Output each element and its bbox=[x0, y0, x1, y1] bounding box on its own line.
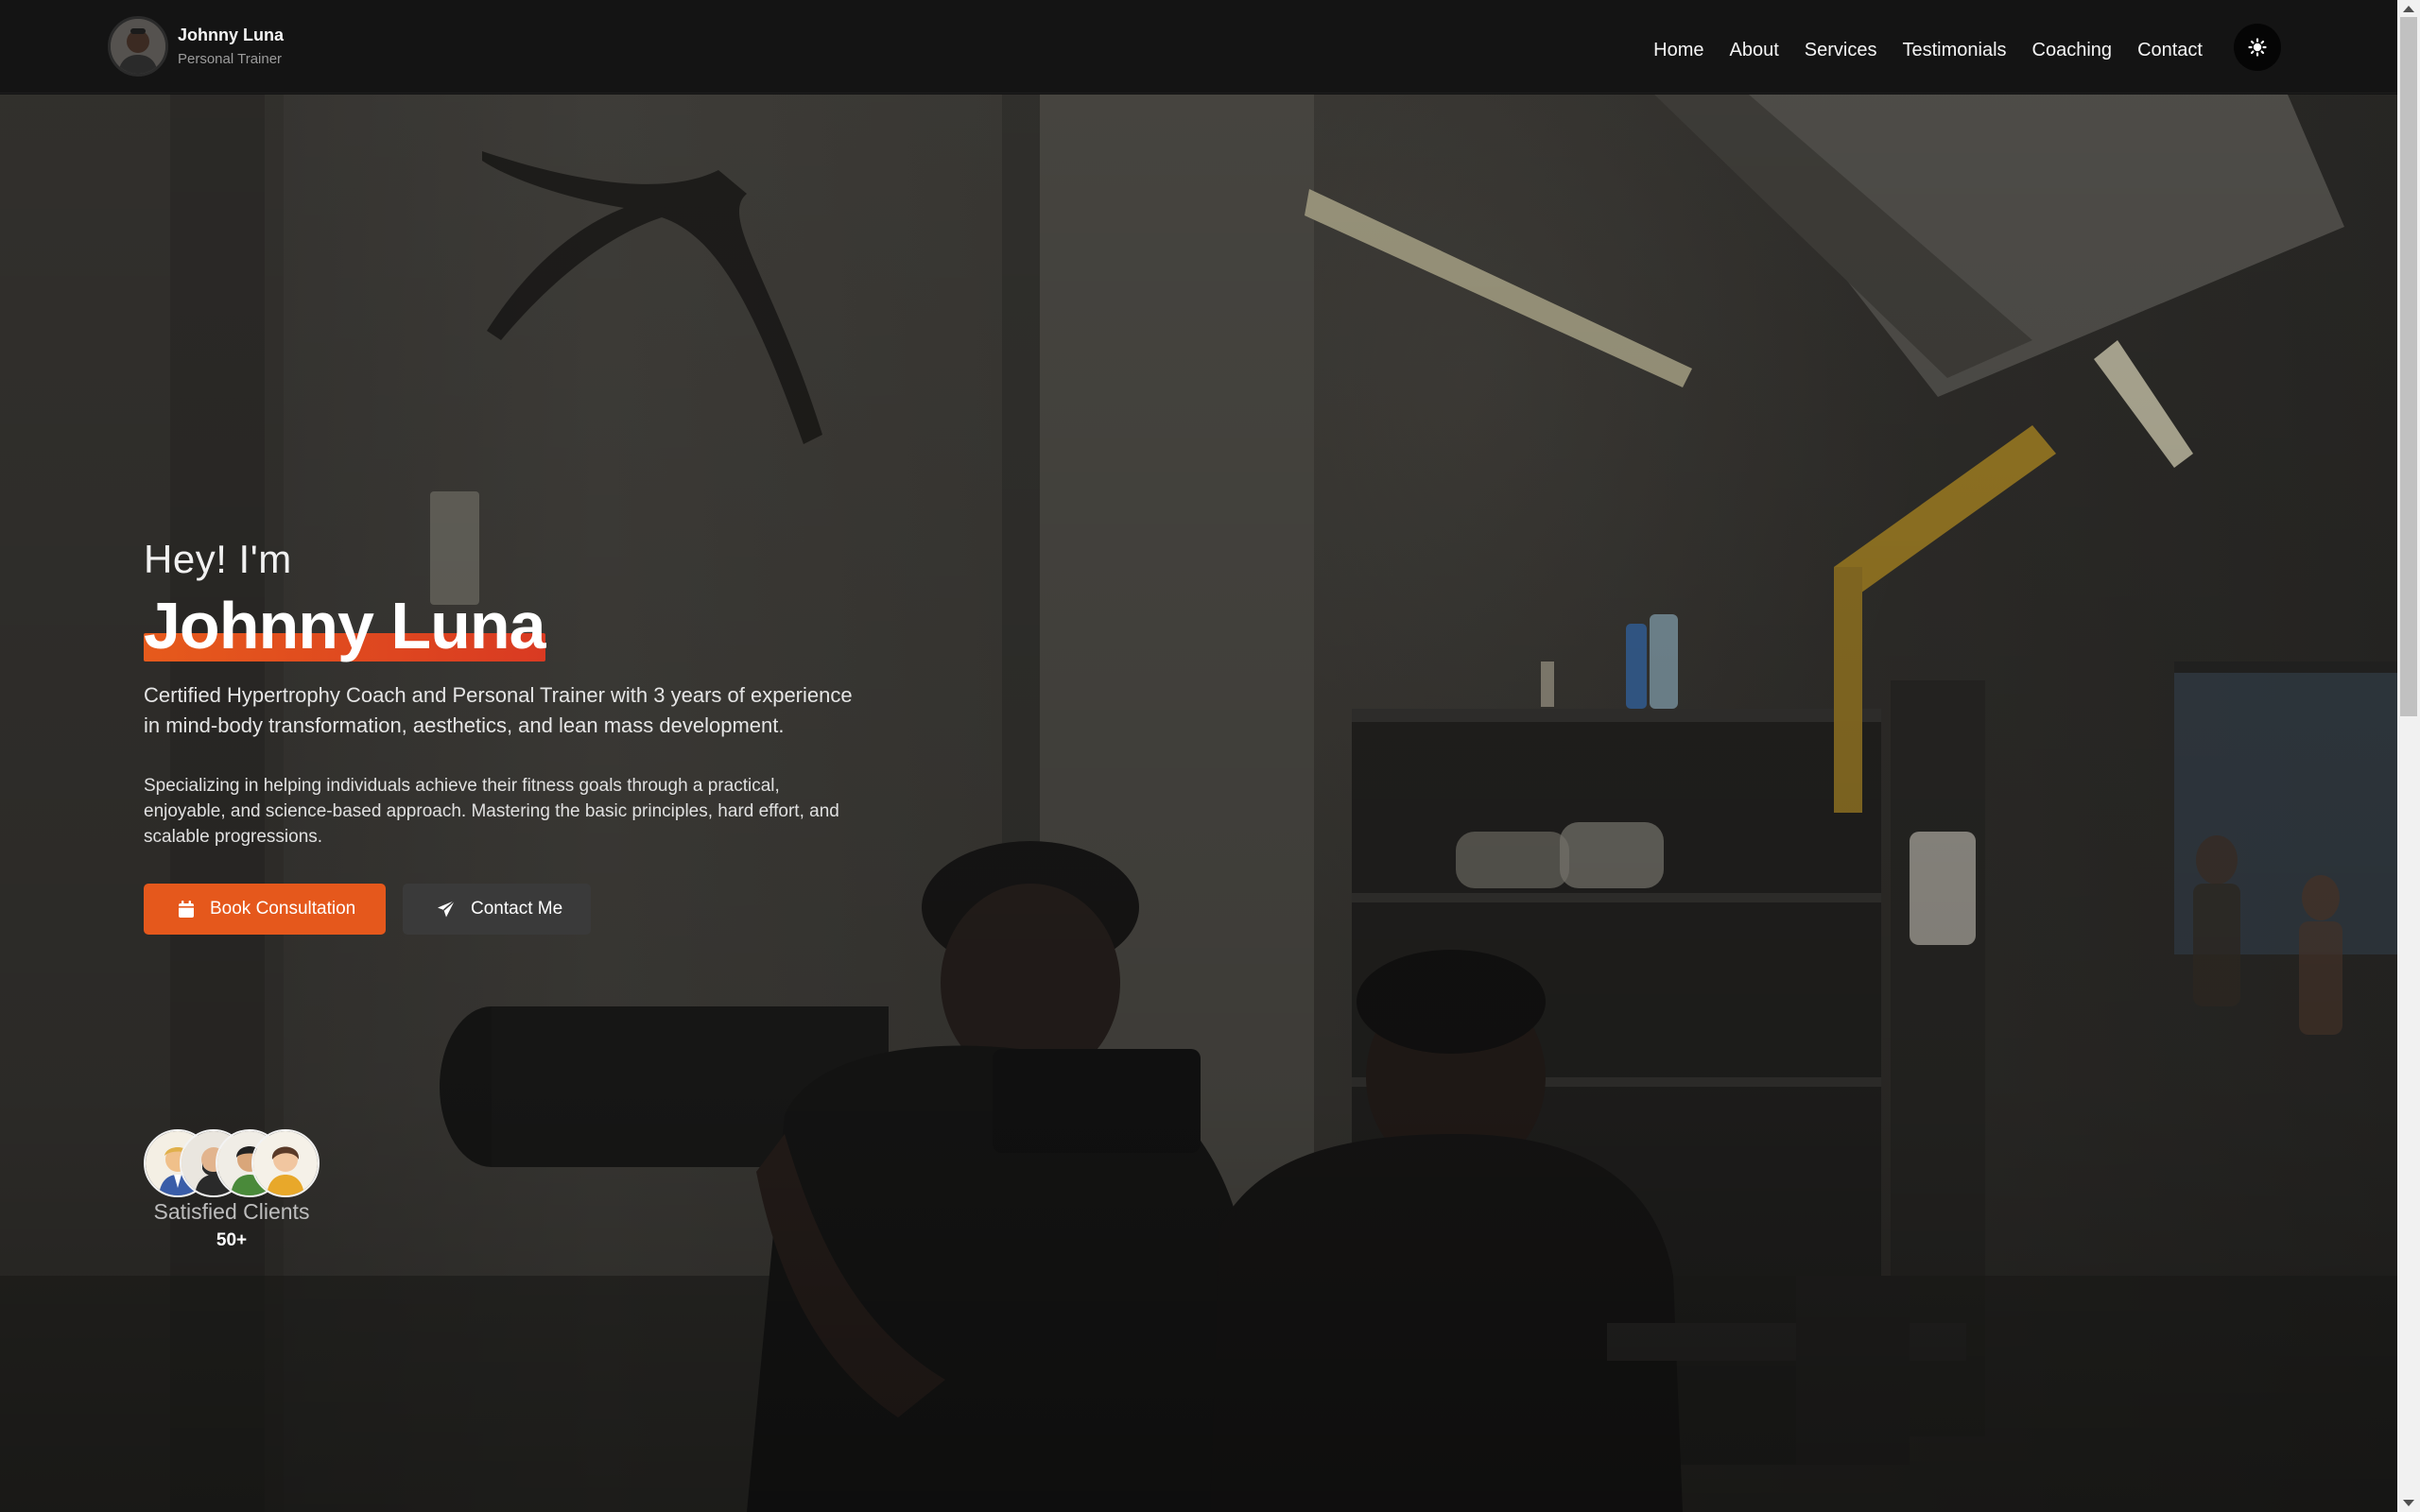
client-avatar bbox=[251, 1129, 320, 1197]
hero-name-text: Johnny Luna bbox=[144, 589, 546, 662]
contact-me-label: Contact Me bbox=[471, 899, 563, 919]
brand-name: Johnny Luna bbox=[178, 26, 284, 44]
book-consultation-button[interactable]: Book Consultation bbox=[144, 884, 386, 935]
hero-name: Johnny Luna bbox=[144, 588, 546, 663]
scroll-up-arrow-icon[interactable] bbox=[2403, 6, 2414, 12]
satisfied-clients: Satisfied Clients 50+ bbox=[144, 1129, 323, 1251]
nav-contact[interactable]: Contact bbox=[2137, 31, 2203, 69]
nav-home[interactable]: Home bbox=[1653, 31, 1703, 69]
nav-services[interactable]: Services bbox=[1805, 31, 1877, 69]
nav-testimonials[interactable]: Testimonials bbox=[1903, 31, 2007, 69]
book-consultation-label: Book Consultation bbox=[210, 899, 356, 919]
nav-coaching[interactable]: Coaching bbox=[2032, 31, 2113, 69]
brand-role: Personal Trainer bbox=[178, 51, 283, 67]
paper-plane-icon bbox=[438, 900, 456, 918]
main-nav: Home About Services Testimonials Coachin… bbox=[1628, 24, 2281, 71]
contact-me-button[interactable]: Contact Me bbox=[403, 884, 591, 935]
avatar bbox=[108, 16, 168, 77]
brand[interactable]: Johnny Luna Personal Trainer bbox=[108, 16, 284, 77]
hero-description: Specializing in helping individuals achi… bbox=[144, 776, 839, 847]
theme-toggle-button[interactable] bbox=[2234, 24, 2281, 71]
clients-label: Satisfied Clients bbox=[153, 1199, 310, 1224]
hero-buttons: Book Consultation Contact Me bbox=[144, 884, 881, 935]
nav-about[interactable]: About bbox=[1730, 31, 1779, 69]
sun-icon bbox=[2248, 38, 2267, 57]
client-avatars bbox=[144, 1129, 323, 1197]
hero-content: Hey! I'm Johnny Luna Certified Hypertrop… bbox=[144, 537, 881, 935]
hero-lead: Certified Hypertrophy Coach and Personal… bbox=[144, 683, 853, 737]
scroll-down-arrow-icon[interactable] bbox=[2403, 1500, 2414, 1506]
clients-count: 50+ bbox=[216, 1230, 248, 1250]
hero-section: Hey! I'm Johnny Luna Certified Hypertrop… bbox=[0, 94, 2397, 1512]
calendar-icon bbox=[179, 901, 194, 918]
navbar: Johnny Luna Personal Trainer Home About … bbox=[0, 0, 2397, 94]
hero-greeting: Hey! I'm bbox=[144, 537, 292, 581]
page-scrollbar[interactable] bbox=[2397, 0, 2420, 1512]
scroll-thumb[interactable] bbox=[2400, 17, 2417, 716]
